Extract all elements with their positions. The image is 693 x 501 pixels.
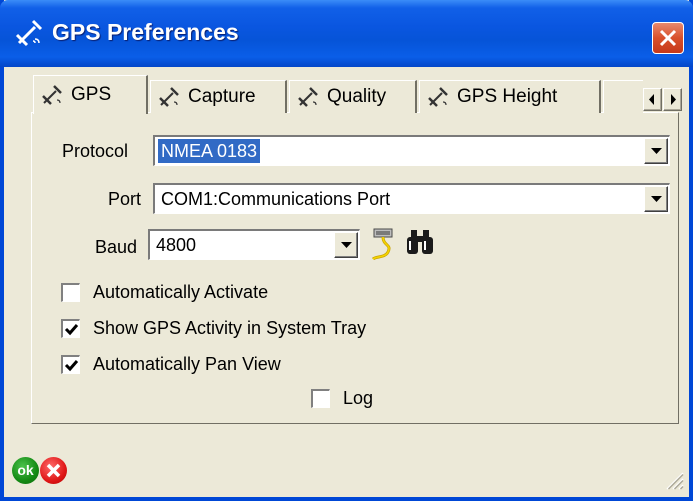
cancel-button[interactable] bbox=[40, 457, 67, 484]
port-value: COM1:Communications Port bbox=[161, 189, 391, 209]
resize-grip[interactable] bbox=[663, 469, 685, 491]
satellite-icon bbox=[42, 85, 62, 105]
baud-value: 4800 bbox=[156, 235, 197, 255]
baud-dropdown-button[interactable] bbox=[334, 232, 358, 258]
cancel-icon bbox=[46, 463, 61, 478]
ok-button[interactable]: ok bbox=[12, 457, 39, 484]
auto-pan-checkbox[interactable] bbox=[61, 355, 80, 374]
log-label[interactable]: Log bbox=[343, 388, 373, 409]
close-icon bbox=[659, 29, 677, 47]
satellite-icon bbox=[159, 87, 179, 107]
show-tray-label[interactable]: Show GPS Activity in System Tray bbox=[93, 318, 366, 339]
satellite-icon bbox=[298, 87, 318, 107]
auto-activate-checkbox[interactable] bbox=[61, 283, 80, 302]
serial-cable-icon[interactable] bbox=[366, 226, 402, 262]
protocol-select[interactable]: NMEA 0183 bbox=[153, 135, 670, 166]
chevron-down-icon bbox=[651, 196, 662, 202]
tab-scroll-buttons bbox=[643, 88, 683, 112]
tab-gps-height[interactable]: GPS Height bbox=[419, 80, 601, 113]
port-label: Port bbox=[108, 189, 142, 209]
satellite-icon bbox=[428, 87, 448, 107]
tab-label: Capture bbox=[188, 86, 256, 107]
port-dropdown-button[interactable] bbox=[644, 186, 668, 212]
tab-label: Quality bbox=[327, 86, 387, 107]
chevron-down-icon bbox=[341, 242, 352, 248]
protocol-value: NMEA 0183 bbox=[158, 139, 261, 163]
window-title: GPS Preferences bbox=[52, 19, 239, 45]
arrow-left-icon bbox=[649, 94, 654, 105]
tab-scroll-left-button[interactable] bbox=[643, 88, 662, 111]
satellite-icon bbox=[15, 19, 43, 47]
chevron-down-icon bbox=[651, 148, 662, 154]
baud-select[interactable]: 4800 bbox=[148, 229, 360, 260]
protocol-dropdown-button[interactable] bbox=[644, 138, 668, 164]
protocol-label: Protocol bbox=[62, 141, 129, 161]
title-bar[interactable]: GPS Preferences bbox=[0, 0, 693, 67]
tab-capture[interactable]: Capture bbox=[150, 80, 287, 113]
show-tray-checkbox[interactable] bbox=[61, 319, 80, 338]
auto-pan-label[interactable]: Automatically Pan View bbox=[93, 354, 281, 375]
tab-label: GPS bbox=[71, 84, 112, 105]
tab-scroll-right-button[interactable] bbox=[663, 88, 682, 111]
arrow-right-icon bbox=[671, 94, 676, 105]
tab-label: GPS Height bbox=[457, 86, 558, 107]
port-select[interactable]: COM1:Communications Port bbox=[153, 183, 670, 214]
checkmark-icon bbox=[64, 360, 79, 372]
baud-label: Baud bbox=[95, 237, 138, 257]
checkmark-icon bbox=[64, 324, 79, 336]
close-button[interactable] bbox=[652, 22, 684, 54]
binoculars-icon[interactable] bbox=[405, 228, 435, 256]
tab-gps[interactable]: GPS bbox=[33, 75, 148, 114]
tab-overflow[interactable] bbox=[603, 80, 643, 113]
auto-activate-label[interactable]: Automatically Activate bbox=[93, 282, 268, 303]
log-checkbox[interactable] bbox=[311, 389, 330, 408]
tab-quality[interactable]: Quality bbox=[289, 80, 417, 113]
